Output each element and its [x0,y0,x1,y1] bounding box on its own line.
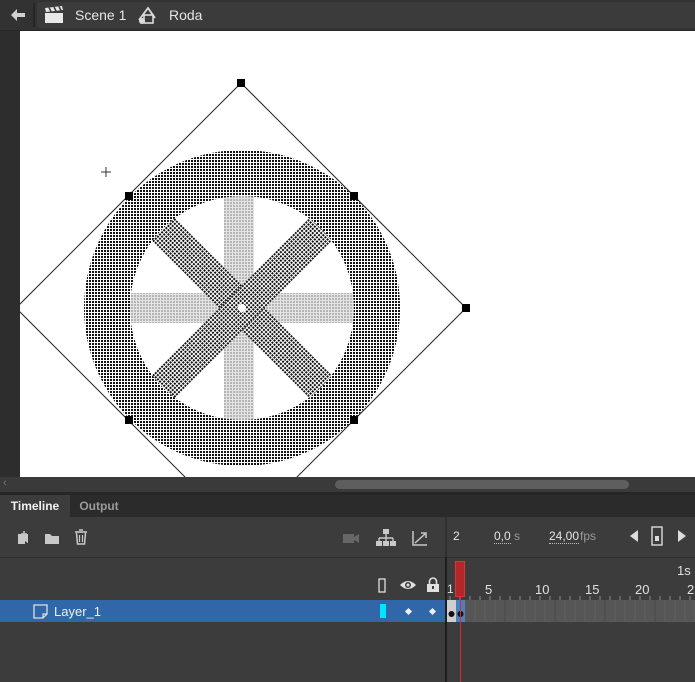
back-arrow-icon[interactable] [4,5,30,25]
seconds-label: 1s [677,563,691,578]
lock-icon[interactable] [426,577,440,596]
center-point [238,304,246,312]
breadcrumb-symbol[interactable]: Roda [169,7,202,23]
stage-scrollbar[interactable]: ‹ [0,477,695,492]
trash-icon[interactable] [72,528,90,546]
stage-pasteboard [0,31,20,477]
outline-icon[interactable] [378,578,388,597]
transform-handle [350,416,358,424]
transform-handle [350,192,358,200]
transform-handle [462,304,470,312]
new-layer-icon[interactable] [15,529,33,547]
camera-icon[interactable] [342,529,360,547]
transform-handle [125,192,133,200]
clapperboard-icon [44,6,64,24]
edit-bar: Scene 1 Roda [0,0,695,31]
ruler-label: 5 [485,582,493,597]
frame-rate[interactable]: 24,00 [549,529,580,544]
timeline-toolbar [0,517,445,557]
ruler-label: 15 [585,582,600,597]
transform-handle [237,79,245,87]
layer-name[interactable]: Layer_1 [54,604,101,619]
current-frame[interactable]: 2 [453,529,460,543]
lock-dot-icon[interactable] [428,607,437,616]
layer-frames[interactable] [447,600,695,622]
breadcrumb-scene[interactable]: Scene 1 [75,7,126,23]
frames-empty [447,622,695,682]
fps-unit: fps [580,529,597,543]
scrollbar-thumb[interactable] [335,480,629,489]
layer-icon [33,604,49,622]
panel-tabs: Timeline Output [0,495,695,517]
visibility-dot-icon[interactable] [404,607,413,616]
divider[interactable] [445,557,447,682]
tab-output[interactable]: Output [70,495,128,517]
hierarchy-icon[interactable] [376,528,396,546]
frame-ruler[interactable]: 1 5 10 15 20 2 1s [447,557,695,600]
playhead[interactable] [455,561,465,597]
ruler-label: 10 [535,582,550,597]
divider [33,3,35,27]
graph-icon[interactable] [411,529,429,547]
current-time[interactable]: 0,0 [494,529,511,544]
stage-canvas[interactable] [20,31,695,477]
layer-row[interactable]: Layer_1 [0,600,445,622]
previous-frame-icon[interactable] [629,529,639,546]
tab-timeline[interactable]: Timeline [0,495,70,517]
ruler-label: 1 [447,582,454,596]
time-unit: s [514,529,520,543]
folder-icon[interactable] [43,529,61,547]
wheel-drawing[interactable] [20,31,695,477]
graphic-symbol-icon [136,4,158,26]
transform-handle [125,416,133,424]
playhead-line [460,597,461,682]
eye-icon[interactable] [399,578,417,595]
ruler-label: 2 [687,582,695,597]
scroll-left-icon[interactable]: ‹ [3,477,7,489]
layer-list-empty [0,622,445,682]
layer-header [0,557,445,600]
frame-info-bar: 2 0,0 s 24,00 fps [447,517,695,557]
ruler-label: 20 [635,582,650,597]
registration-point-icon [101,167,111,177]
frame-cells [447,600,695,622]
frame-marker-icon[interactable] [651,526,663,549]
layer-outline-color[interactable] [380,604,386,618]
next-frame-icon[interactable] [677,529,687,546]
